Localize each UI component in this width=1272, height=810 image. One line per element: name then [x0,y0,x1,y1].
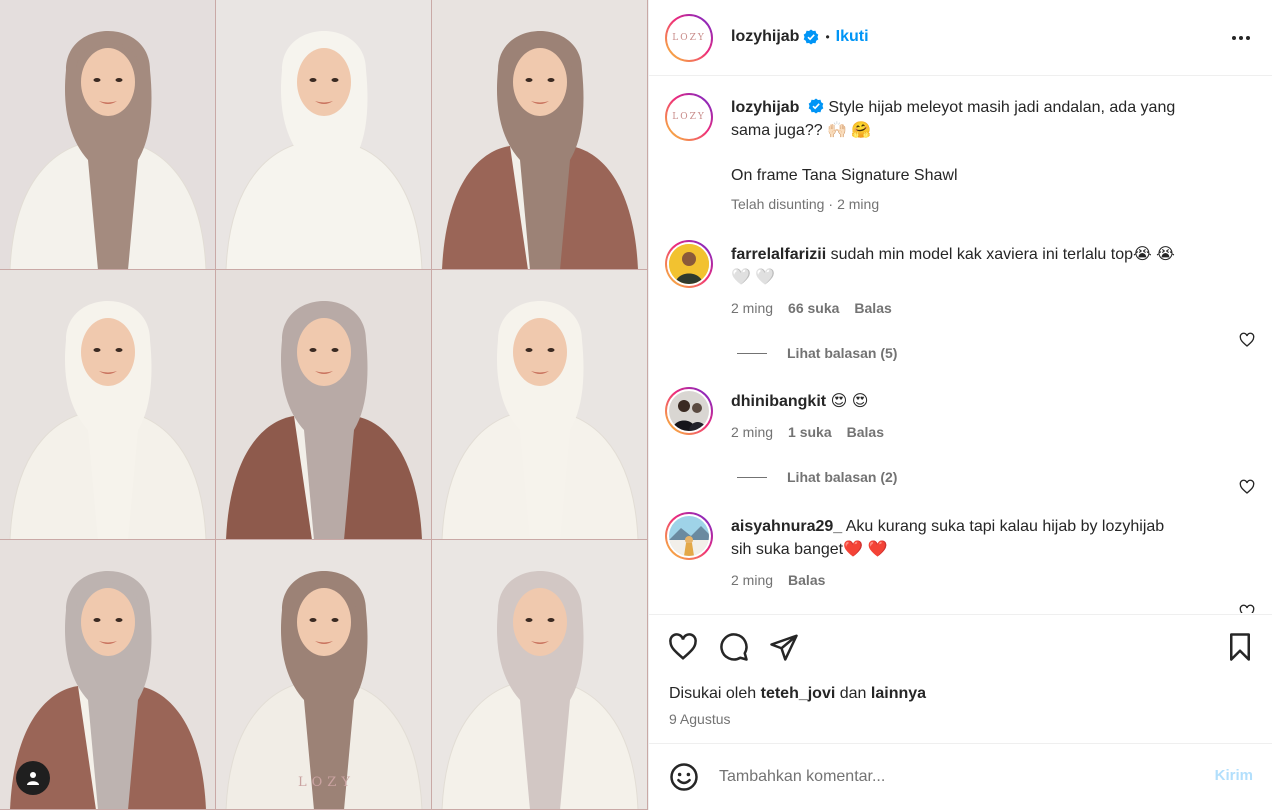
post-media[interactable]: LOZY [0,0,648,810]
comment-username[interactable]: farrelalfarizii [731,246,826,263]
edited-label: Telah disunting [731,196,825,212]
portrait-illustration [441,571,639,809]
reply-button[interactable]: Balas [847,424,884,440]
like-icon[interactable] [668,632,698,662]
portrait-illustration [225,301,423,539]
photo-collage [0,0,648,810]
caption-avatar[interactable]: LOZY [665,93,713,141]
caption-username[interactable]: lozyhijab [731,99,799,116]
reply-button[interactable]: Balas [854,300,891,316]
avatar[interactable]: LOZY [665,14,713,62]
post-header: LOZY lozyhijab • Ikuti [649,0,1272,76]
profile-photo [669,516,709,556]
replies-divider [737,476,767,478]
collage-photo [216,270,432,540]
liked-prefix: Disukai oleh [669,685,757,702]
collage-photo [0,270,216,540]
comment-avatar[interactable] [665,387,713,435]
header-username[interactable]: lozyhijab [731,28,799,46]
reply-button[interactable]: Balas [788,572,825,588]
verified-badge-icon [804,29,819,45]
portrait-illustration [9,301,207,539]
brand-watermark: LOZY [298,775,355,790]
comment-avatar[interactable] [665,512,713,560]
collage-photo [432,0,648,270]
comment-icon[interactable] [719,632,749,662]
portrait-illustration [441,301,639,539]
caption-text: Style hijab meleyot masih jadi andalan, … [828,99,1176,116]
more-options-icon[interactable] [1229,26,1253,50]
comment-time: 2 ming [731,424,774,440]
send-button[interactable]: Kirim [1215,767,1253,784]
portrait-illustration [225,31,423,269]
comment-text-cont: 🤍 🤍 [731,269,776,286]
portrait-illustration [225,571,423,809]
comment-time: 2 ming [731,300,774,316]
post-actions: Disukai oleh teteh_jovi dan lainnya 9 Ag… [649,614,1272,744]
likes-summary: Disukai oleh teteh_jovi dan lainnya [669,685,926,703]
comment-likes[interactable]: 66 suka [788,300,839,316]
liked-user[interactable]: teteh_jovi [761,685,836,702]
comment-username[interactable]: aisyahnura29_ [731,518,842,535]
portrait-illustration [441,31,639,269]
caption-product: On frame Tana Signature Shawl [731,167,958,184]
follow-button[interactable]: Ikuti [836,28,869,46]
caption-meta-dot: · [828,196,834,212]
post-date[interactable]: 9 Agustus [669,711,731,727]
liked-and: dan [839,685,867,702]
view-replies-button[interactable]: Lihat balasan (5) [737,345,897,361]
comment-like-icon[interactable] [1239,332,1255,348]
comment-username[interactable]: dhinibangkit [731,393,826,410]
collage-photo [216,540,432,810]
comment-input[interactable] [719,763,1159,791]
view-replies-button[interactable]: Lihat balasan (2) [737,469,897,485]
tagged-users-button[interactable] [16,761,50,795]
comment-time: 2 ming [731,572,774,588]
liked-others[interactable]: lainnya [871,685,926,702]
comment-avatar[interactable] [665,240,713,288]
caption-text-cont: sama juga?? 🙌🏻 🤗 [731,122,872,139]
verified-badge-icon [808,98,824,114]
header-separator: • [825,30,830,44]
replies-divider [737,352,767,354]
view-replies-label: Lihat balasan (2) [787,469,898,485]
emoji-icon[interactable] [669,762,699,792]
portrait-illustration [9,31,207,269]
share-icon[interactable] [769,632,799,662]
post-panel: LOZY lozyhijab • Ikuti LOZY lozyhijab St… [648,0,1272,810]
view-replies-label: Lihat balasan (5) [787,345,898,361]
caption-time: 2 ming [837,196,880,212]
user-icon [27,772,39,785]
profile-photo [669,391,709,431]
comment-text-cont: sih suka banget❤️ ❤️ [731,541,888,558]
caption-avatar-logo: LOZY [672,112,706,122]
comment-like-icon[interactable] [1239,604,1255,613]
profile-photo [669,244,709,284]
comment-text: Aku kurang suka tapi kalau hijab by lozy… [845,518,1165,535]
comment-text: sudah min model kak xaviera ini terlalu … [830,246,1175,263]
comment-text: 😍 😍 [830,393,869,410]
comments-list[interactable]: LOZY lozyhijab Style hijab meleyot masih… [649,77,1272,613]
comment-like-icon[interactable] [1239,479,1255,495]
comment-likes[interactable]: 1 suka [788,424,832,440]
collage-photo [432,540,648,810]
collage-photo [0,0,216,270]
avatar-logo: LOZY [672,33,706,43]
save-icon[interactable] [1225,632,1255,662]
comment-composer: Kirim [649,745,1272,810]
collage-photo [216,0,432,270]
collage-photo [432,270,648,540]
